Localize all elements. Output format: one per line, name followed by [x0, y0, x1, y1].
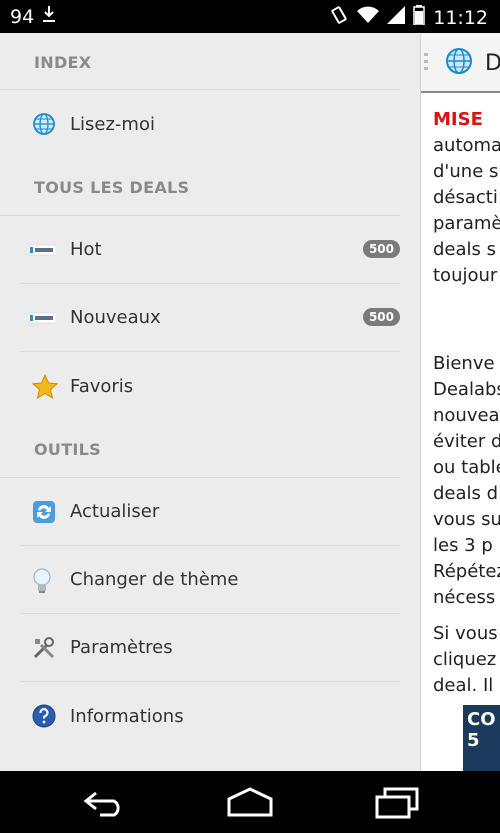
content-line: d'une s	[433, 161, 499, 182]
content-line: Répétez	[433, 561, 500, 582]
lightbulb-icon	[32, 568, 56, 593]
back-button-icon[interactable]	[80, 785, 128, 823]
content-paragraph: MISE automa d'une s désacti paramè deals s tou…	[433, 107, 500, 289]
section-header: TOUS LES DEALS	[0, 158, 400, 216]
status-bar: 94 11:12	[0, 0, 500, 33]
recents-button-icon[interactable]	[373, 785, 421, 823]
content-line: toujour	[433, 265, 498, 286]
count-badge: 500	[362, 308, 400, 326]
drawer-item-label: Hot	[70, 239, 102, 260]
wifi-icon	[357, 6, 380, 29]
drawer-item-label: Favoris	[70, 375, 134, 397]
drawer-item-label: Actualiser	[70, 501, 160, 522]
content-line: deals s	[433, 239, 497, 260]
content-line: éviter d	[433, 431, 500, 452]
readme-text: MISE automa d'une s désacti paramè deals s tou…	[433, 107, 500, 709]
content-line: MISE	[433, 109, 483, 130]
content-line: automa	[433, 135, 500, 156]
content-line: nouvea	[433, 405, 500, 426]
signal-icon	[387, 6, 406, 29]
drawer-item-label: Lisez-moi	[70, 113, 155, 135]
dealabs-logo-icon	[27, 310, 57, 334]
drawer-item-informations[interactable]: Informations	[20, 682, 400, 750]
drawer-item-hot[interactable]: Hot 500	[20, 216, 400, 284]
drawer-indicator-icon[interactable]	[424, 53, 428, 75]
content-line: Dealabs	[433, 379, 500, 400]
ad-banner[interactable]: CO 5	[463, 705, 500, 771]
content-line: paramè	[433, 213, 500, 234]
globe-icon	[32, 112, 56, 136]
section-header: INDEX	[0, 33, 400, 90]
content-line: deal. Il	[433, 675, 494, 696]
drawer-item-label: Informations	[70, 705, 184, 727]
drawer-item-favoris[interactable]: Favoris	[20, 352, 400, 420]
section-header: OUTILS	[0, 420, 400, 478]
android-screen: 94 11:12 MISE automa d'une s désacti par…	[0, 0, 500, 833]
content-line: cliquez	[433, 649, 497, 670]
count-badge: 500	[362, 240, 400, 258]
app-bar: D	[421, 33, 500, 93]
content-line: Si vous	[433, 623, 498, 644]
notification-count: 94	[10, 5, 35, 28]
star-icon	[31, 373, 59, 400]
status-time: 11:12	[433, 6, 488, 29]
drawer-item-label: Nouveaux	[70, 307, 161, 328]
dealabs-logo-icon	[27, 242, 57, 266]
drawer-item-label: Paramètres	[70, 637, 173, 658]
globe-icon	[445, 47, 473, 79]
download-icon	[42, 5, 56, 28]
help-icon	[32, 704, 56, 728]
content-line: désacti	[433, 187, 498, 208]
content-line: nécess	[433, 587, 496, 608]
drawer-item-lisez-moi[interactable]: Lisez-moi	[20, 90, 400, 158]
content-line: deals d	[433, 483, 499, 504]
tools-icon	[32, 636, 56, 660]
battery-icon	[413, 5, 425, 30]
content-line: ou table	[433, 457, 500, 478]
main-content[interactable]: D MISE automa d'une s désacti paramè deals s t…	[420, 33, 500, 771]
navigation-bar	[0, 771, 500, 833]
vibrate-icon	[329, 5, 349, 30]
content-line: les 3 p	[433, 535, 493, 556]
drawer-item-actualiser[interactable]: Actualiser	[20, 478, 400, 546]
drawer-item-paramètres[interactable]: Paramètres	[20, 614, 400, 682]
content-paragraph: Si vous cliquez deal. Il	[433, 621, 500, 699]
drawer-item-changer-de-thème[interactable]: Changer de thème	[20, 546, 400, 614]
content-paragraph: Bienve Dealabs nouvea éviter d ou table deals…	[433, 351, 500, 611]
navigation-drawer: INDEX Lisez-moi TOUS LES DEALS Hot 500 Nouvea…	[0, 33, 420, 771]
refresh-icon	[32, 500, 56, 524]
drawer-item-nouveaux[interactable]: Nouveaux 500	[20, 284, 400, 352]
content-line: Bienve	[433, 353, 495, 374]
page-title: D	[485, 51, 500, 76]
content-line: vous su	[433, 509, 500, 530]
drawer-item-label: Changer de thème	[70, 569, 239, 590]
home-button-icon[interactable]	[225, 785, 275, 823]
